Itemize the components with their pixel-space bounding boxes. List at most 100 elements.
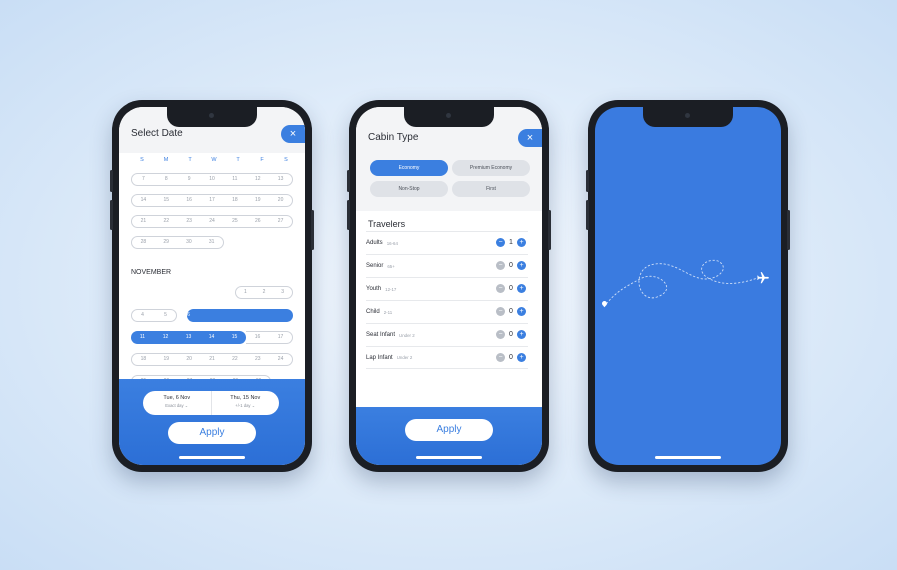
calendar-day[interactable]: 21	[201, 353, 224, 366]
calendar-day[interactable]: 7	[132, 173, 155, 186]
cabin-premium-economy-button[interactable]: Premium Economy	[452, 160, 530, 176]
traveler-age: Under 2	[396, 355, 413, 360]
return-flex: +/-1 day ⌄	[212, 403, 280, 408]
close-button[interactable]: ×	[518, 129, 542, 147]
calendar-day[interactable]: 5	[154, 309, 177, 322]
traveler-row-seat-infant: Seat Infant Under 2 − 0 +	[366, 323, 528, 346]
increment-button[interactable]: +	[517, 353, 526, 362]
increment-button[interactable]: +	[517, 238, 526, 247]
calendar-day[interactable]: 12	[154, 331, 177, 344]
traveler-label: Lap Infant	[366, 354, 393, 361]
calendar-day[interactable]: 3	[273, 286, 292, 299]
return-date-button[interactable]: Thu, 15 Nov +/-1 day ⌄	[210, 391, 280, 415]
calendar-day[interactable]: 9	[178, 173, 201, 186]
calendar-day[interactable]: 12	[246, 173, 269, 186]
screen: Select Date × S M T W T F S 7 8 9 10 11 …	[119, 107, 305, 465]
calendar-day[interactable]: 22	[155, 215, 178, 228]
calendar-day[interactable]: 26	[246, 215, 269, 228]
increment-button[interactable]: +	[517, 307, 526, 316]
calendar-day[interactable]: 14	[132, 194, 155, 207]
calendar-day-selected-end[interactable]: 15	[223, 331, 246, 344]
calendar-day[interactable]: 13	[177, 331, 200, 344]
calendar-day[interactable]: 11	[131, 331, 154, 344]
calendar-day[interactable]: 24	[269, 353, 292, 366]
calendar-day[interactable]: 15	[155, 194, 178, 207]
calendar-day[interactable]: 22	[223, 353, 246, 366]
traveler-row-child: Child 2-11 − 0 +	[366, 300, 528, 323]
decrement-button[interactable]: −	[496, 261, 505, 270]
apply-button[interactable]: Apply	[168, 422, 256, 444]
traveler-age: 16-64	[386, 240, 398, 246]
traveler-label: Senior	[366, 263, 384, 269]
traveler-count: 0	[509, 262, 513, 269]
calendar-day[interactable]: 16	[246, 331, 269, 344]
camera	[209, 113, 214, 118]
apply-button[interactable]: Apply	[405, 419, 493, 441]
calendar-day[interactable]: 20	[269, 194, 292, 207]
increment-button[interactable]: +	[517, 330, 526, 339]
calendar-day[interactable]: 20	[178, 353, 201, 366]
calendar-day[interactable]: 4	[131, 309, 154, 322]
home-indicator	[179, 456, 245, 459]
calendar-day[interactable]: 30	[178, 236, 201, 249]
home-indicator	[655, 456, 721, 459]
footer-panel: Tue, 6 Nov Exact day ⌄ Thu, 15 Nov +/-1 …	[119, 379, 305, 465]
weekday-label: F	[260, 157, 264, 163]
calendar-day[interactable]: 11	[223, 173, 246, 186]
calendar-week: 14 15 16 17 18 19 20	[131, 194, 293, 207]
quantity-stepper: − 1 +	[496, 238, 526, 247]
chevron-down-icon: ⌄	[251, 403, 256, 408]
calendar-day[interactable]: 2	[255, 286, 274, 299]
increment-button[interactable]: +	[517, 261, 526, 270]
notch	[404, 107, 494, 127]
calendar-day[interactable]: 14	[200, 331, 223, 344]
cabin-economy-button[interactable]: Economy	[370, 160, 448, 176]
calendar-day[interactable]: 29	[155, 236, 178, 249]
depart-date-button[interactable]: Tue, 6 Nov Exact day ⌄	[143, 391, 211, 415]
side-button	[347, 170, 350, 192]
calendar-day[interactable]: 28	[132, 236, 155, 249]
selected-range	[187, 309, 293, 322]
weekday-label: M	[163, 157, 169, 163]
close-button[interactable]: ×	[281, 125, 305, 143]
calendar-day[interactable]: 10	[201, 173, 224, 186]
decrement-button[interactable]: −	[496, 353, 505, 362]
calendar-day[interactable]: 18	[132, 353, 155, 366]
calendar-day[interactable]: 21	[132, 215, 155, 228]
calendar-day[interactable]: 8	[155, 173, 178, 186]
calendar-day[interactable]: 25	[223, 215, 246, 228]
calendar-day[interactable]: 19	[246, 194, 269, 207]
calendar-day[interactable]: 27	[269, 215, 292, 228]
decrement-button[interactable]: −	[496, 284, 505, 293]
calendar-day[interactable]: 13	[269, 173, 292, 186]
weekday-label: T	[236, 157, 240, 163]
month-label: NOVEMBER	[131, 269, 172, 276]
quantity-stepper: − 0 +	[496, 307, 526, 316]
weekday-label: T	[188, 157, 192, 163]
traveler-row-youth: Youth 12-17 − 0 +	[366, 277, 528, 300]
cabin-non-stop-button[interactable]: Non-Stop	[370, 181, 448, 197]
camera	[446, 113, 451, 118]
calendar-day[interactable]: 18	[223, 194, 246, 207]
calendar-day[interactable]: 17	[269, 331, 292, 344]
decrement-button[interactable]: −	[496, 307, 505, 316]
page-title: Cabin Type	[368, 132, 419, 143]
flight-path-illustration	[603, 259, 761, 308]
increment-button[interactable]: +	[517, 284, 526, 293]
calendar-day[interactable]: 1	[236, 286, 255, 299]
quantity-stepper: − 0 +	[496, 261, 526, 270]
decrement-button[interactable]: −	[496, 238, 505, 247]
decrement-button[interactable]: −	[496, 330, 505, 339]
calendar-day[interactable]: 24	[201, 215, 224, 228]
side-button	[347, 200, 350, 230]
calendar-day[interactable]: 23	[246, 353, 269, 366]
calendar-day[interactable]: 19	[155, 353, 178, 366]
calendar-day[interactable]: 31	[200, 236, 223, 249]
cabin-first-button[interactable]: First	[452, 181, 530, 197]
calendar-week: 18 19 20 21 22 23 24	[131, 353, 293, 366]
traveler-count: 0	[509, 308, 513, 315]
calendar-day[interactable]: 16	[178, 194, 201, 207]
calendar-week: 7 8 9 10 11 12 13	[131, 173, 293, 186]
calendar-day[interactable]: 17	[201, 194, 224, 207]
calendar-day[interactable]: 23	[178, 215, 201, 228]
